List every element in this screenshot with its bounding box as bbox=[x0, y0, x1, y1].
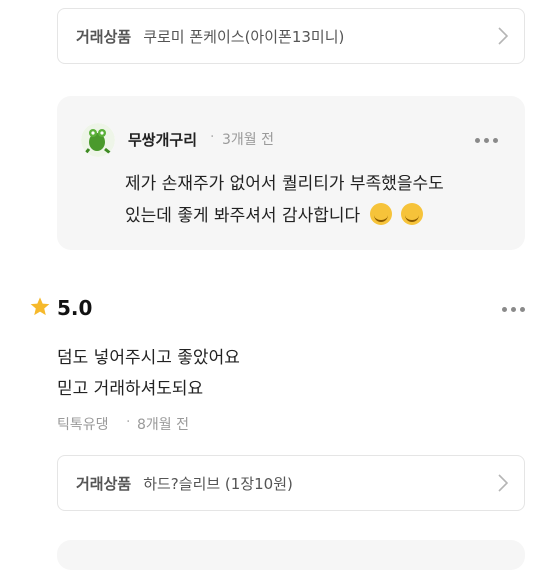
product-label: 거래상품 bbox=[76, 474, 132, 493]
product-name: 하드?슬리브 (1장10원) bbox=[143, 474, 293, 493]
reply-username[interactable]: 무쌍개구리 bbox=[128, 129, 197, 150]
smiling-face-icon bbox=[369, 203, 392, 225]
seller-reply: 무쌍개구리 · 3개월 전 제가 손재주가 없어서 퀄리티가 부족했을수도 있는… bbox=[57, 96, 525, 250]
more-options-icon[interactable] bbox=[475, 138, 498, 143]
chevron-right-icon bbox=[498, 474, 508, 492]
rating-score: 5.0 bbox=[57, 296, 93, 320]
separator-dot: · bbox=[126, 414, 131, 430]
chevron-right-icon bbox=[498, 27, 508, 45]
product-name: 쿠로미 폰케이스(아이폰13미니) bbox=[143, 27, 345, 46]
reply-line-with-emoji: 있는데 좋게 봐주셔서 감사합니다 bbox=[125, 200, 505, 232]
product-label: 거래상품 bbox=[76, 27, 132, 46]
more-options-icon[interactable] bbox=[502, 307, 525, 312]
separator-dot: · bbox=[210, 129, 215, 145]
review-line: 믿고 거래하셔도되요 bbox=[57, 379, 204, 399]
star-icon bbox=[30, 297, 50, 316]
product-card[interactable]: 거래상품 쿠로미 폰케이스(아이폰13미니) bbox=[57, 8, 525, 64]
reply-time: 3개월 전 bbox=[222, 132, 274, 148]
product-card[interactable]: 거래상품 하드?슬리브 (1장10원) bbox=[57, 455, 525, 511]
reply-line: 제가 손재주가 없어서 퀄리티가 부족했을수도 bbox=[125, 174, 444, 194]
smiling-face-icon bbox=[400, 203, 423, 225]
avatar[interactable] bbox=[81, 123, 115, 157]
next-reply-bubble bbox=[57, 540, 525, 570]
reply-line: 있는데 좋게 봐주셔서 감사합니다 bbox=[125, 206, 361, 226]
review-author[interactable]: 틱톡유댕 bbox=[57, 414, 109, 434]
review-line: 덤도 넣어주시고 좋았어요 bbox=[57, 348, 240, 368]
review-text: 덤도 넣어주시고 좋았어요 믿고 거래하셔도되요 bbox=[57, 343, 240, 405]
reply-text: 제가 손재주가 없어서 퀄리티가 부족했을수도 있는데 좋게 봐주셔서 감사합니… bbox=[125, 168, 505, 232]
review-time: 8개월 전 bbox=[137, 417, 189, 433]
